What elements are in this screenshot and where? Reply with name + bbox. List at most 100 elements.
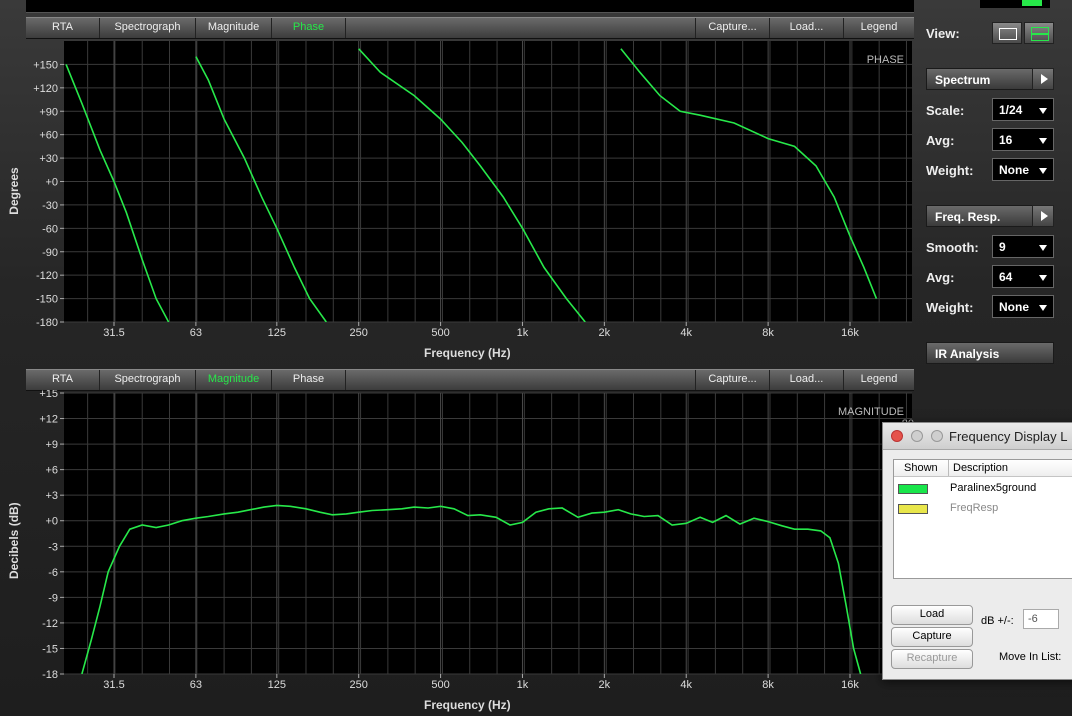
x-tick-label: 1k bbox=[517, 327, 529, 339]
split-view-icon-lower bbox=[1031, 34, 1049, 41]
phase-xlabel: Frequency (Hz) bbox=[424, 346, 511, 360]
close-icon[interactable] bbox=[891, 430, 903, 442]
y-tick-label: +12 bbox=[39, 414, 58, 426]
y-tick-label: -180 bbox=[36, 317, 58, 329]
x-tick-label: 4k bbox=[680, 679, 692, 691]
load-button[interactable]: Load... bbox=[770, 18, 844, 38]
dropdown-arrow-icon bbox=[1039, 275, 1047, 281]
freq-weight-value: None bbox=[999, 300, 1029, 314]
phase-ylabel: Degrees bbox=[7, 167, 21, 215]
tab-magnitude[interactable]: Magnitude bbox=[196, 18, 272, 38]
db-offset-input[interactable]: -6 bbox=[1023, 609, 1059, 629]
y-tick-label: -18 bbox=[42, 669, 58, 681]
legend-button[interactable]: Legend bbox=[844, 18, 914, 38]
tab-rta[interactable]: RTA bbox=[26, 370, 100, 390]
x-tick-label: 8k bbox=[762, 679, 774, 691]
tab-rta[interactable]: RTA bbox=[26, 18, 100, 38]
y-tick-label: +150 bbox=[33, 59, 58, 71]
x-tick-label: 63 bbox=[190, 327, 202, 339]
y-tick-label: +30 bbox=[39, 153, 58, 165]
spectrum-section-header[interactable]: Spectrum bbox=[926, 68, 1054, 90]
load-trace-button[interactable]: Load bbox=[891, 605, 973, 625]
tab-phase[interactable]: Phase bbox=[272, 370, 346, 390]
scale-value: 1/24 bbox=[999, 103, 1023, 117]
trace-color-swatch[interactable] bbox=[898, 484, 928, 494]
freq-avg-select[interactable]: 64 bbox=[992, 265, 1054, 288]
list-item[interactable]: Paralinex5ground bbox=[894, 480, 1072, 498]
ir-analysis-button[interactable]: IR Analysis bbox=[926, 342, 1054, 364]
x-tick-label: 125 bbox=[268, 327, 286, 339]
spectrum-avg-select[interactable]: 16 bbox=[992, 128, 1054, 151]
capture-trace-button[interactable]: Capture bbox=[891, 627, 973, 647]
dropdown-arrow-icon bbox=[1039, 138, 1047, 144]
column-divider bbox=[948, 460, 949, 476]
x-tick-label: 63 bbox=[190, 679, 202, 691]
top-indicator-green bbox=[1022, 0, 1042, 6]
view-split-button[interactable] bbox=[1024, 22, 1054, 44]
column-description[interactable]: Description bbox=[953, 462, 1008, 474]
y-tick-label: -60 bbox=[42, 223, 58, 235]
list-header: Shown Description bbox=[894, 460, 1072, 477]
smooth-label: Smooth: bbox=[926, 240, 979, 255]
y-tick-label: -30 bbox=[42, 200, 58, 212]
load-button[interactable]: Load... bbox=[770, 370, 844, 390]
y-tick-label: -3 bbox=[48, 541, 58, 553]
smooth-value: 9 bbox=[999, 240, 1006, 254]
expand-arrow-icon[interactable] bbox=[1032, 68, 1054, 90]
freq-weight-label: Weight: bbox=[926, 300, 974, 315]
y-tick-label: -6 bbox=[48, 567, 58, 579]
plot-tag-label: PHASE bbox=[867, 54, 904, 66]
trace-description: Paralinex5ground bbox=[950, 482, 1037, 494]
spectrum-title: Spectrum bbox=[935, 73, 991, 87]
y-tick-label: -9 bbox=[48, 592, 58, 604]
move-in-list-label: Move In List: bbox=[999, 651, 1062, 663]
window-titlebar[interactable]: Frequency Display L bbox=[883, 423, 1072, 450]
scale-select[interactable]: 1/24 bbox=[992, 98, 1054, 121]
x-tick-label: 125 bbox=[268, 679, 286, 691]
smooth-select[interactable]: 9 bbox=[992, 235, 1054, 258]
list-item[interactable]: FreqResp bbox=[894, 500, 1072, 518]
spectrum-avg-label: Avg: bbox=[926, 133, 955, 148]
x-tick-label: 1k bbox=[517, 679, 529, 691]
expand-arrow-icon[interactable] bbox=[1032, 205, 1054, 227]
y-tick-label: +0 bbox=[45, 177, 58, 189]
dropdown-arrow-icon bbox=[1039, 168, 1047, 174]
plot-area bbox=[64, 393, 912, 674]
y-tick-label: -15 bbox=[42, 643, 58, 655]
ir-analysis-label: IR Analysis bbox=[935, 347, 1000, 361]
tab-magnitude[interactable]: Magnitude bbox=[196, 370, 272, 390]
x-tick-label: 250 bbox=[350, 679, 368, 691]
x-tick-label: 8k bbox=[762, 327, 774, 339]
split-view-icon bbox=[1031, 27, 1049, 34]
minimize-icon[interactable] bbox=[911, 430, 923, 442]
recapture-button[interactable]: Recapture bbox=[891, 649, 973, 669]
column-shown[interactable]: Shown bbox=[904, 462, 938, 474]
zoom-icon[interactable] bbox=[931, 430, 943, 442]
tabbar-spacer bbox=[346, 370, 696, 390]
tab-phase[interactable]: Phase bbox=[272, 18, 346, 38]
tab-spectrograph[interactable]: Spectrograph bbox=[100, 18, 196, 38]
x-tick-label: 500 bbox=[431, 327, 449, 339]
top-strip bbox=[26, 0, 914, 13]
scale-label: Scale: bbox=[926, 103, 965, 118]
capture-button[interactable]: Capture... bbox=[696, 370, 770, 390]
spectrum-weight-select[interactable]: None bbox=[992, 158, 1054, 181]
freq-resp-section-header[interactable]: Freq. Resp. bbox=[926, 205, 1054, 227]
y-tick-label: -150 bbox=[36, 294, 58, 306]
freq-avg-label: Avg: bbox=[926, 270, 955, 285]
tab-spectrograph[interactable]: Spectrograph bbox=[100, 370, 196, 390]
trace-color-swatch[interactable] bbox=[898, 504, 928, 514]
window-title: Frequency Display L bbox=[949, 429, 1068, 444]
legend-button[interactable]: Legend bbox=[844, 370, 914, 390]
view-single-button[interactable] bbox=[992, 22, 1022, 44]
dropdown-arrow-icon bbox=[1039, 245, 1047, 251]
freq-weight-select[interactable]: None bbox=[992, 295, 1054, 318]
capture-button[interactable]: Capture... bbox=[696, 18, 770, 38]
magnitude-tabbar: RTA Spectrograph Magnitude Phase Capture… bbox=[26, 369, 914, 391]
frequency-display-window: Frequency Display L Shown Description Pa… bbox=[882, 422, 1072, 680]
y-tick-label: -120 bbox=[36, 270, 58, 282]
x-tick-label: 2k bbox=[599, 679, 611, 691]
x-tick-label: 4k bbox=[680, 327, 692, 339]
trace-list[interactable]: Shown Description Paralinex5ground FreqR… bbox=[893, 459, 1072, 579]
db-offset-label: dB +/-: bbox=[981, 615, 1014, 627]
